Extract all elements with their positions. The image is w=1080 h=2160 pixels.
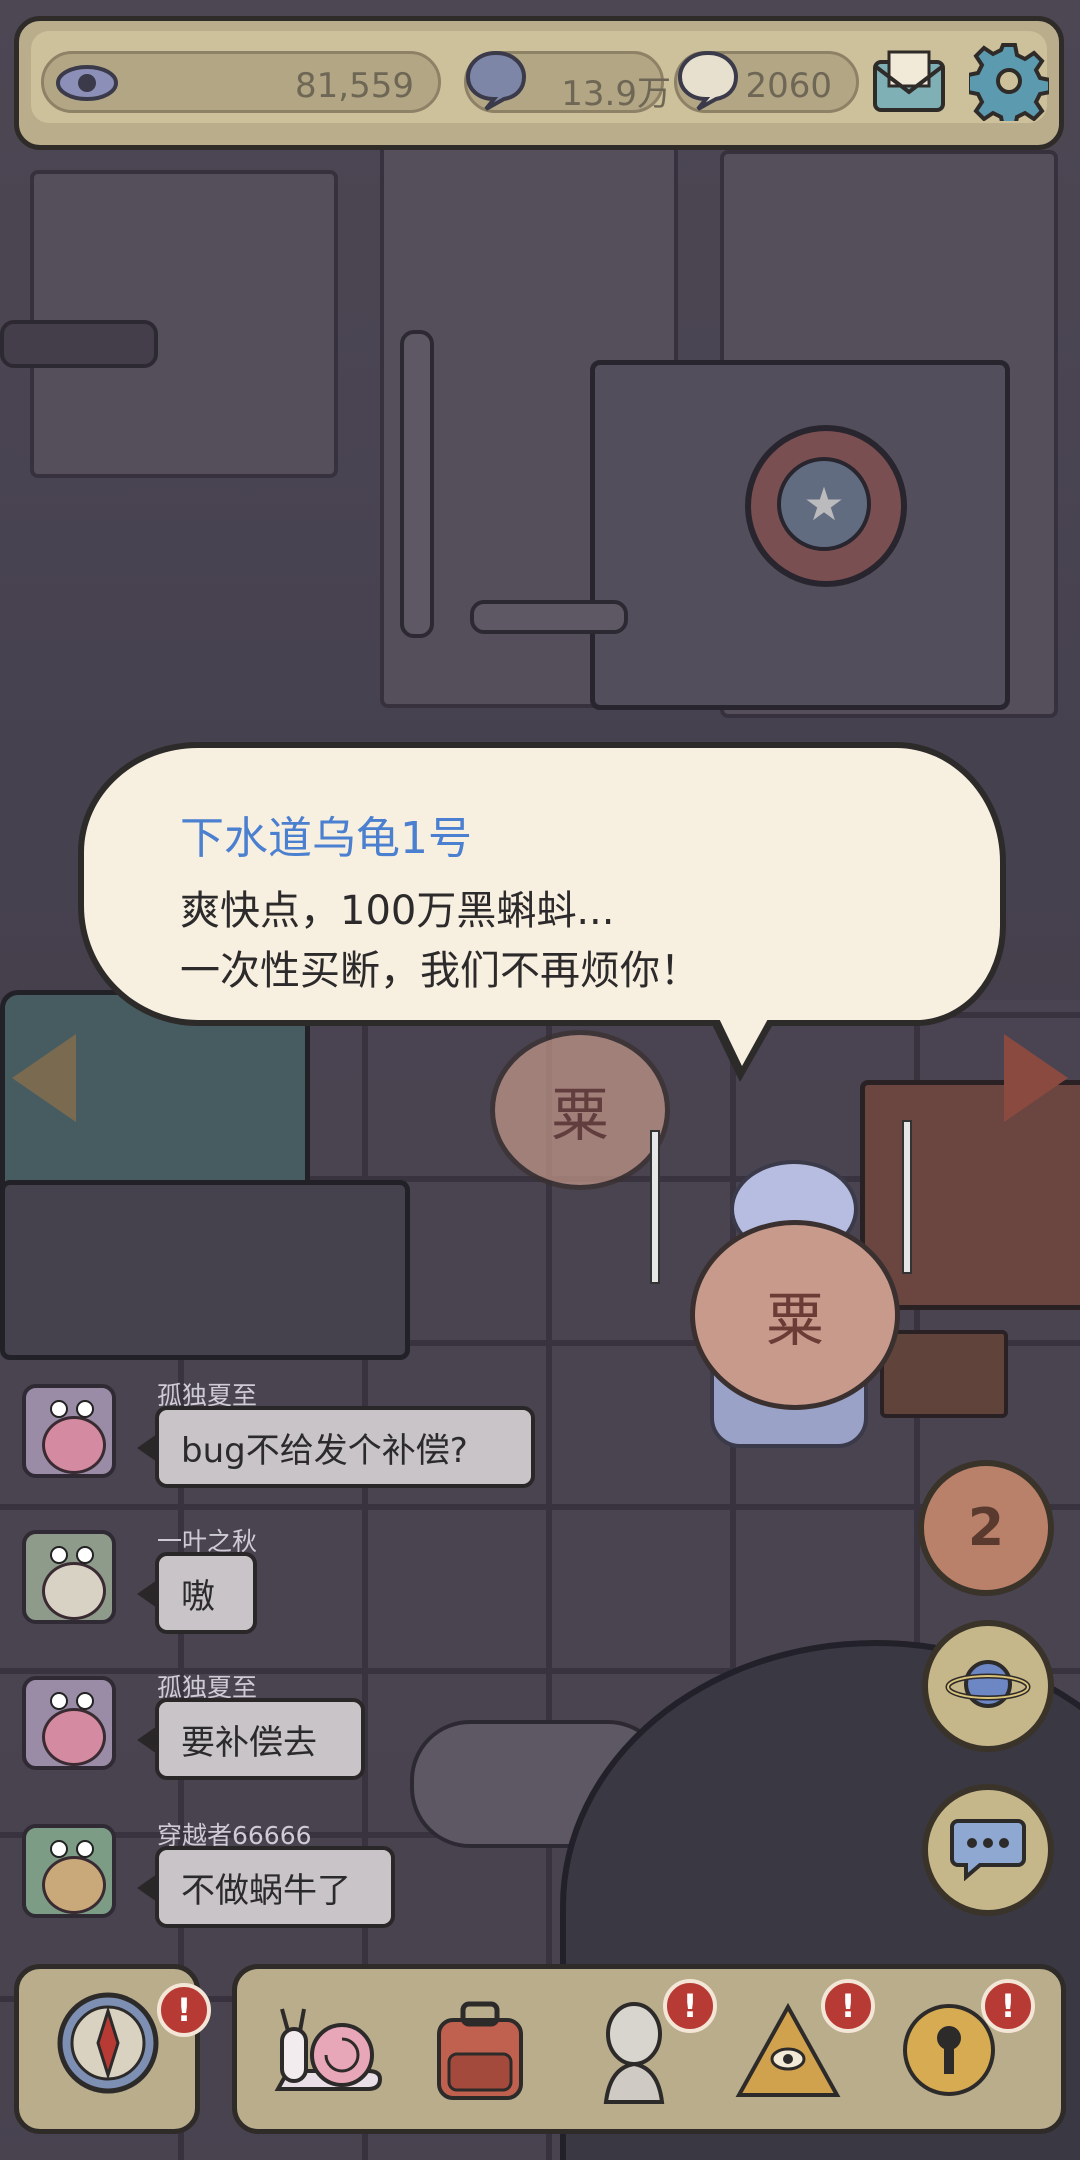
comments-stat: 13.9万 (464, 50, 671, 114)
mail-icon[interactable] (869, 43, 949, 119)
sai-weapon (902, 1120, 912, 1274)
views-stat: 81,559 (41, 51, 441, 113)
previous-scene-arrow[interactable] (12, 1034, 76, 1122)
message-bubble-icon (673, 44, 743, 114)
alert-badge: ! (821, 1979, 875, 2033)
dialog-bubble[interactable]: 下水道乌龟1号 爽快点，100万黑蝌蚪... 一次性买断，我们不再烦你！ (78, 742, 1006, 1026)
speaker-name: 下水道乌龟1号 (180, 813, 472, 864)
messages-count: 2060 (745, 66, 832, 106)
bottom-menu-bar: ! ! ! (232, 1964, 1066, 2134)
turtle-shell: 粟 (490, 1030, 670, 1190)
snail-icon (268, 2001, 388, 2105)
top-hud-bar: 81,559 13.9万 2060 (14, 16, 1064, 150)
snail-button[interactable] (265, 1997, 391, 2109)
turtle-shell: 粟 (690, 1220, 900, 1410)
sai-weapon (650, 1130, 660, 1284)
comment-bubble-icon (461, 44, 531, 114)
chat-icon (950, 1815, 1026, 1885)
backpack-icon (425, 1998, 535, 2108)
gear-icon[interactable] (967, 39, 1051, 123)
chat-bubble: 要补偿去 (137, 1698, 365, 1780)
views-count: 81,559 (295, 66, 414, 106)
avatar[interactable] (22, 1824, 116, 1918)
chat-bubble: 不做蜗牛了 (137, 1846, 395, 1928)
dialog-line: 爽快点，100万黑蝌蚪... (180, 888, 615, 934)
chat-button[interactable] (922, 1784, 1054, 1916)
compass-panel: ! (14, 1964, 211, 2134)
backpack-button[interactable] (417, 1997, 543, 2109)
eye-icon (52, 56, 122, 110)
alert-badge: ! (157, 1983, 211, 2037)
messages-stat: 2060 (674, 50, 859, 113)
alert-badge: ! (663, 1979, 717, 2033)
alert-badge: ! (981, 1979, 1035, 2033)
planet-button[interactable] (922, 1620, 1054, 1752)
chat-bubble: bug不给发个补偿? (137, 1406, 535, 1488)
count-badge-number: 2 (967, 1498, 1005, 1558)
next-scene-arrow[interactable] (1004, 1034, 1068, 1122)
avatar[interactable] (22, 1676, 116, 1770)
comments-count: 13.9万 (561, 74, 671, 114)
chat-bubble: 嗷 (137, 1552, 257, 1634)
compass-button[interactable] (45, 1989, 171, 2101)
compass-icon (52, 1987, 164, 2103)
count-badge-button[interactable]: 2 (918, 1460, 1054, 1596)
avatar[interactable] (22, 1530, 116, 1624)
avatar[interactable] (22, 1384, 116, 1478)
planet-icon (945, 1649, 1031, 1723)
dialog-line: 一次性买断，我们不再烦你！ (180, 948, 700, 994)
